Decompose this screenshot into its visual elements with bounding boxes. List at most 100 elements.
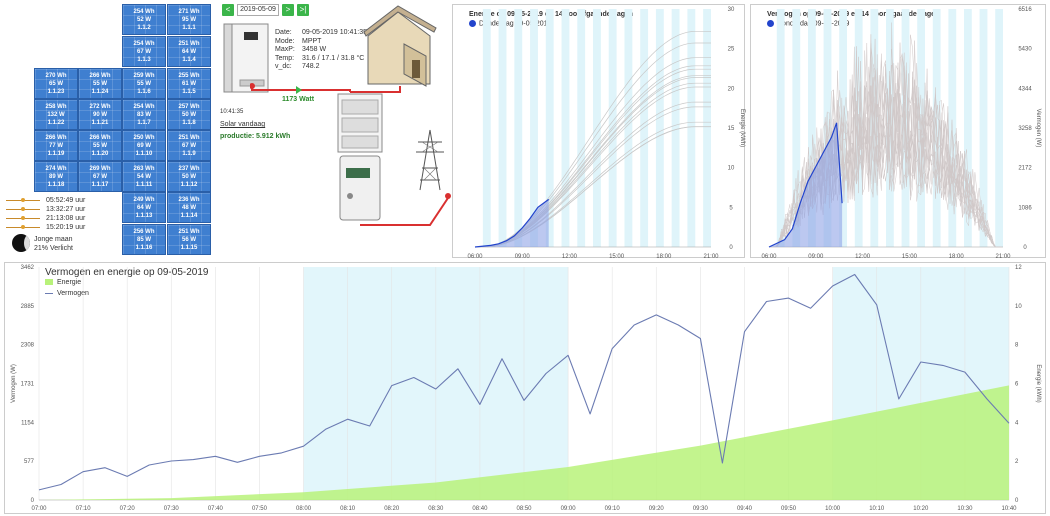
- temp-label: Temp:: [275, 54, 295, 62]
- y-tick-label: 30: [728, 7, 735, 13]
- x-tick-label: 08:10: [340, 506, 356, 512]
- energy-history-chart: Energie op 09-05-2019 en 14 voorafgaande…: [452, 4, 745, 259]
- x-tick-label: 07:40: [208, 506, 224, 512]
- panel-id: 1.1.24: [91, 89, 109, 95]
- x-tick-label: 10:00: [825, 506, 841, 512]
- inverter-time: 10:41:35: [220, 109, 244, 115]
- x-tick-label: 09:00: [561, 506, 577, 512]
- maxp-label: MaxP:: [275, 46, 295, 53]
- moon-phase: Jonge maan: [34, 236, 73, 243]
- panel-id: 1.1.13: [135, 213, 153, 219]
- panel-wh: 266 Wh: [89, 135, 111, 141]
- y-tick-label: 2172: [1018, 166, 1032, 172]
- solar-panel[interactable]: 271 Wh 95 W 1.1.1: [167, 4, 211, 35]
- solar-panel[interactable]: 266 Wh 77 W 1.1.19: [34, 130, 78, 161]
- solar-dashboard: 254 Wh 52 W 1.1.2 271 Wh 95 W 1.1.1 254 Wh 67 W…: [0, 0, 1050, 516]
- date-value: 09-05-2019 10:41:35: [302, 29, 367, 36]
- solar-panel[interactable]: 251 Wh 56 W 1.1.15: [167, 224, 211, 255]
- date-input[interactable]: 2019-05-09: [237, 4, 279, 16]
- panel-id: 1.1.1: [182, 25, 196, 31]
- solar-panel[interactable]: 270 Wh 65 W 1.1.23: [34, 68, 78, 99]
- time-band: [687, 9, 696, 247]
- energy-chart-svg: 0 5 10 15 20 25 30 06:00 09:00 12:00 15:00 18:00 21:…: [467, 7, 745, 259]
- panel-w: 61 W: [181, 81, 196, 87]
- solar-panel[interactable]: 256 Wh 85 W 1.1.16: [122, 224, 166, 255]
- time-band: [561, 9, 570, 247]
- panel-w: 85 W: [136, 237, 151, 243]
- time-band: [498, 9, 507, 247]
- solar-panel[interactable]: 237 Wh 50 W 1.1.12: [167, 161, 211, 192]
- today-button[interactable]: >|: [297, 4, 309, 16]
- time-band: [577, 9, 586, 247]
- daylength-row: 15:20:19 uur: [6, 224, 85, 231]
- x-tick-label: 06:00: [467, 254, 483, 259]
- y-left-tick-label: 0: [31, 498, 35, 504]
- solar-panel[interactable]: 250 Wh 69 W 1.1.10: [122, 130, 166, 161]
- panel-id: 1.1.8: [182, 120, 196, 126]
- solar-panel[interactable]: 269 Wh 67 W 1.1.17: [78, 161, 122, 192]
- x-tick-label: 09:50: [781, 506, 797, 512]
- panel-wh: 271 Wh: [178, 9, 200, 15]
- x-tick-label: 08:40: [472, 506, 488, 512]
- solar-panel[interactable]: 255 Wh 61 W 1.1.5: [167, 68, 211, 99]
- y-tick-label: 1086: [1018, 205, 1032, 211]
- solar-panel[interactable]: 263 Wh 54 W 1.1.11: [122, 161, 166, 192]
- y-right-axis-label: Energie (kWh): [1035, 364, 1041, 402]
- solar-panel[interactable]: 258 Wh 132 W 1.1.22: [34, 99, 78, 130]
- y-tick-label: 4344: [1018, 86, 1032, 92]
- power-chart-svg: 0 1086 2172 3258 4344 5430 6516 06:00 09:00 12:00…: [761, 7, 1041, 259]
- sunrise-time: 05:52:49 uur: [46, 197, 86, 204]
- mode-label: Mode:: [275, 37, 295, 45]
- solar-noon-time: 13:32:27 uur: [46, 206, 86, 213]
- next-day-button[interactable]: >: [282, 4, 294, 16]
- x-tick-label: 08:20: [384, 506, 400, 512]
- solar-panel[interactable]: 251 Wh 67 W 1.1.9: [167, 130, 211, 161]
- y-left-axis-label: Vermogen (W): [11, 364, 17, 403]
- solar-noon-row: 13:32:27 uur: [6, 206, 85, 213]
- x-tick-label: 07:20: [120, 506, 136, 512]
- time-band: [593, 9, 601, 247]
- power-flow-value: 1173 Watt: [282, 96, 315, 103]
- temp-value: 31.6 / 17.1 / 31.8 °C: [302, 54, 365, 62]
- y-left-tick-label: 2308: [21, 343, 35, 349]
- solar-panel[interactable]: 249 Wh 64 W 1.1.13: [122, 192, 166, 223]
- solar-panel[interactable]: 259 Wh 55 W 1.1.6: [122, 68, 166, 99]
- panel-w: 56 W: [181, 237, 196, 243]
- panel-w: 67 W: [92, 174, 107, 180]
- solar-panel[interactable]: 254 Wh 52 W 1.1.2: [122, 4, 166, 35]
- panel-w: 52 W: [136, 17, 151, 23]
- solar-panel[interactable]: 254 Wh 83 W 1.1.7: [122, 99, 166, 130]
- sunset-icon: [6, 216, 40, 220]
- solar-panel[interactable]: 257 Wh 50 W 1.1.8: [167, 99, 211, 130]
- y-tick-label: 10: [728, 166, 735, 172]
- panel-w: 55 W: [136, 81, 151, 87]
- x-tick-label: 15:00: [902, 254, 918, 259]
- solar-panel[interactable]: 266 Wh 55 W 1.1.20: [78, 130, 122, 161]
- panel-id: 1.1.23: [47, 89, 65, 95]
- y-axis-label: Energie (kWh): [739, 109, 745, 147]
- panel-id: 1.1.6: [137, 89, 151, 95]
- panel-wh: 237 Wh: [178, 166, 200, 172]
- x-tick-label: 10:10: [869, 506, 885, 512]
- y-right-tick-label: 0: [1015, 498, 1019, 504]
- panel-id: 1.1.9: [182, 151, 196, 157]
- solar-panel[interactable]: 251 Wh 64 W 1.1.4: [167, 36, 211, 67]
- panel-wh: 266 Wh: [89, 73, 111, 79]
- time-band: [640, 9, 649, 247]
- x-tick-label: 08:30: [428, 506, 444, 512]
- solar-panel[interactable]: 236 Wh 48 W 1.1.14: [167, 192, 211, 223]
- date-label: Date:: [275, 29, 292, 36]
- panel-w: 55 W: [92, 143, 107, 149]
- solar-panel[interactable]: 266 Wh 55 W 1.1.24: [78, 68, 122, 99]
- panel-w: 64 W: [181, 49, 196, 55]
- x-tick-label: 07:30: [164, 506, 180, 512]
- solar-panel[interactable]: 274 Wh 89 W 1.1.18: [34, 161, 78, 192]
- panel-wh: 259 Wh: [133, 73, 155, 79]
- time-band: [671, 9, 680, 247]
- panel-wh: 266 Wh: [45, 135, 67, 141]
- panel-w: 95 W: [181, 17, 196, 23]
- meter-cabinet-icon: [337, 93, 383, 221]
- solar-panel[interactable]: 254 Wh 67 W 1.1.3: [122, 36, 166, 67]
- solar-panel[interactable]: 272 Wh 90 W 1.1.21: [78, 99, 122, 130]
- prev-day-button[interactable]: <: [222, 4, 234, 16]
